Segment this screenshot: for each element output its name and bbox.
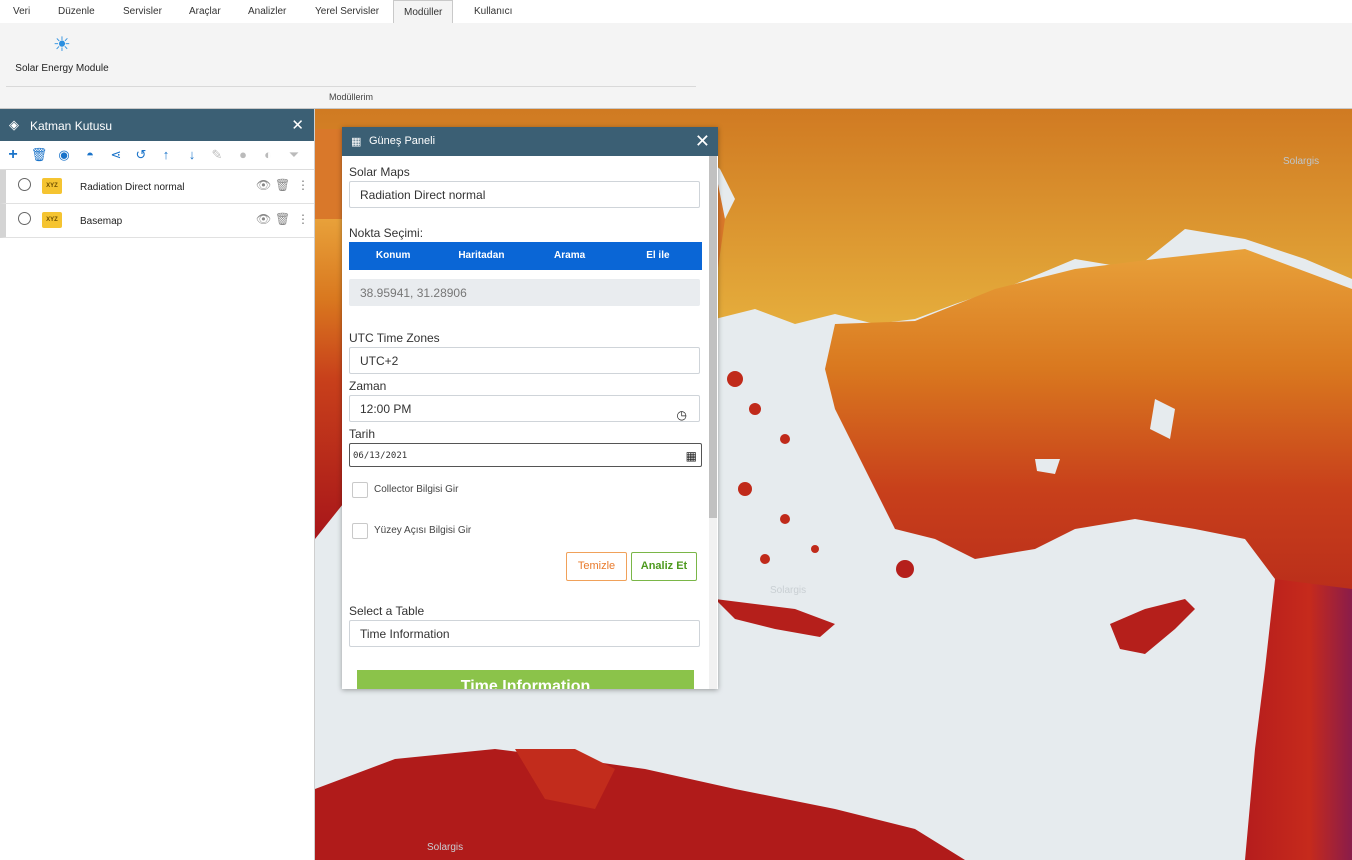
layers-icon: ◈ xyxy=(9,117,19,132)
sun-panel-title: Güneş Paneli xyxy=(369,135,436,147)
date-label: Tarih xyxy=(349,427,376,441)
close-icon[interactable]: ✕ xyxy=(695,131,710,152)
collector-checkbox[interactable] xyxy=(352,482,368,498)
close-icon[interactable]: ✕ xyxy=(291,116,304,134)
layer-name: Basemap xyxy=(80,216,123,227)
tab-araclar[interactable]: Araçlar xyxy=(179,0,231,23)
time-label: Zaman xyxy=(349,379,387,393)
visibility-icon[interactable]: 👁 xyxy=(256,178,271,192)
calendar-icon[interactable]: ▦ xyxy=(686,444,697,468)
ribbon-group-label: Modüllerim xyxy=(328,92,373,102)
visibility-icon[interactable]: 👁 xyxy=(256,212,271,226)
clock-icon[interactable]: ◷ xyxy=(677,402,687,429)
tab-moduller[interactable]: Modüller xyxy=(393,0,454,24)
add-icon[interactable]: + xyxy=(4,146,22,164)
layer-radio[interactable] xyxy=(18,212,31,225)
tab-konum[interactable]: Konum xyxy=(349,242,437,270)
solar-maps-select[interactable]: Radiation Direct normal xyxy=(349,181,700,208)
xyz-layer-icon: XYZ xyxy=(42,212,62,228)
palette-icon[interactable]: ◐ xyxy=(259,146,277,164)
time-value: 12:00 PM xyxy=(360,402,412,416)
scrollbar-thumb[interactable] xyxy=(709,156,717,518)
refresh-icon[interactable]: ↺ xyxy=(132,146,150,164)
layer-name: Radiation Direct normal xyxy=(80,182,185,193)
eye-icon[interactable]: ◉ xyxy=(55,146,73,164)
sun-panel-header[interactable]: ▦ Güneş Paneli ✕ xyxy=(342,127,718,156)
solar-maps-label: Solar Maps xyxy=(349,165,410,179)
more-icon[interactable]: ⋮ xyxy=(297,178,309,192)
ribbon-body: ☀ Solar Energy Module Modüllerim xyxy=(0,23,1352,109)
clear-button[interactable]: Temizle xyxy=(566,552,627,581)
layer-row[interactable]: XYZ Radiation Direct normal 👁 🗑 ⋮ xyxy=(0,170,314,204)
trash-icon[interactable]: 🗑 xyxy=(275,212,290,226)
tab-duzenle[interactable]: Düzenle xyxy=(48,0,105,23)
tab-analizler[interactable]: Analizler xyxy=(238,0,296,23)
sun-panel: ▦ Güneş Paneli ✕ Solar Maps Radiation Di… xyxy=(342,127,718,689)
layer-toolbar: + 🗑 ◉ ◓ ⋖ ↺ ↑ ↓ ✎ ● ◐ ⏷ xyxy=(0,141,314,170)
point-selection-label: Nokta Seçimi: xyxy=(349,226,424,240)
layer-radio[interactable] xyxy=(18,178,31,191)
ribbon-tabs: Veri Düzenle Servisler Araçlar Analizler… xyxy=(0,0,1352,24)
surface-angle-label: Yüzey Açısı Bilgisi Gir xyxy=(374,525,472,536)
tab-veri[interactable]: Veri xyxy=(3,0,40,23)
analyze-button[interactable]: Analiz Et xyxy=(631,552,697,581)
time-input[interactable]: 12:00 PM ◷ xyxy=(349,395,700,422)
ribbon-divider xyxy=(6,86,696,87)
tab-yerel-servisler[interactable]: Yerel Servisler xyxy=(305,0,389,23)
hide-icon[interactable]: ◓ xyxy=(81,146,99,164)
watermark-3: Solargis xyxy=(427,842,463,853)
layer-panel-header: ◈ Katman Kutusu ✕ xyxy=(0,109,314,141)
table-select[interactable]: Time Information xyxy=(349,620,700,647)
layer-panel-title: Katman Kutusu xyxy=(30,119,113,133)
collector-label: Collector Bilgisi Gir xyxy=(374,484,459,495)
tab-haritadan[interactable]: Haritadan xyxy=(437,242,525,270)
solar-energy-module-button[interactable]: ☀ Solar Energy Module xyxy=(8,33,116,83)
drop-icon[interactable]: ● xyxy=(234,146,252,164)
xyz-layer-icon: XYZ xyxy=(42,178,62,194)
filter-icon[interactable]: ⏷ xyxy=(285,146,303,164)
share-icon[interactable]: ⋖ xyxy=(107,146,125,164)
tab-servisler[interactable]: Servisler xyxy=(113,0,172,23)
delete-icon[interactable]: 🗑 xyxy=(30,146,48,164)
date-input[interactable]: 06/13/2021 ▦ xyxy=(349,443,702,467)
trash-icon[interactable]: 🗑 xyxy=(275,178,290,192)
watermark-2: Solargis xyxy=(770,585,806,596)
time-information-button[interactable]: Time Information xyxy=(357,670,694,689)
dashboard-icon: ▦ xyxy=(351,136,362,148)
table-label: Select a Table xyxy=(349,604,425,618)
surface-angle-checkbox[interactable] xyxy=(352,523,368,539)
solar-energy-module-label: Solar Energy Module xyxy=(15,63,109,74)
tab-arama[interactable]: Arama xyxy=(526,242,614,270)
layer-row[interactable]: XYZ Basemap 👁 🗑 ⋮ xyxy=(0,204,314,238)
tab-kullanici[interactable]: Kullanıcı xyxy=(464,0,522,23)
arrow-up-icon[interactable]: ↑ xyxy=(157,146,175,164)
utc-select[interactable]: UTC+2 xyxy=(349,347,700,374)
utc-label: UTC Time Zones xyxy=(349,331,440,345)
arrow-down-icon[interactable]: ↓ xyxy=(183,146,201,164)
point-selection-tabs: Konum Haritadan Arama El ile xyxy=(349,242,702,270)
tab-el-ile[interactable]: El ile xyxy=(614,242,702,270)
sun-icon: ☀ xyxy=(53,34,71,56)
date-value: 06/13/2021 xyxy=(353,451,408,461)
coordinates-field: 38.95941, 31.28906 xyxy=(349,279,700,306)
sun-panel-body: Solar Maps Radiation Direct normal Nokta… xyxy=(342,156,718,689)
pencil-icon[interactable]: ✎ xyxy=(208,146,226,164)
watermark-1: Solargis xyxy=(1283,156,1319,167)
more-icon[interactable]: ⋮ xyxy=(297,212,309,226)
layer-panel: ◈ Katman Kutusu ✕ + 🗑 ◉ ◓ ⋖ ↺ ↑ ↓ ✎ ● ◐ … xyxy=(0,109,315,860)
